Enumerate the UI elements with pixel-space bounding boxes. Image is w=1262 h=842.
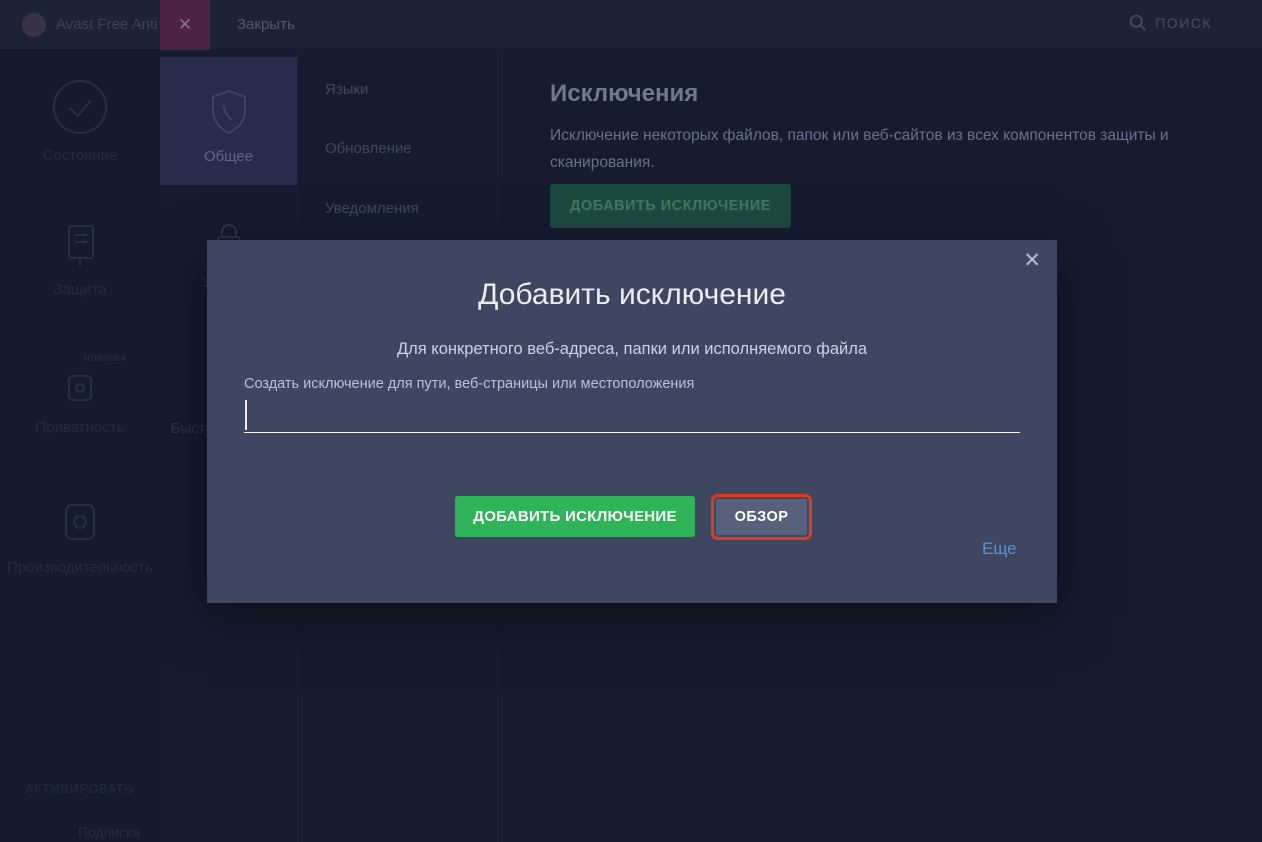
protection-doc-icon [58, 257, 102, 274]
privacy-icon [63, 395, 97, 412]
sidebar-item-status[interactable]: Состояние [0, 78, 160, 164]
exclusion-input-label: Создать исключение для пути, веб-страниц… [244, 376, 694, 392]
title-bar: Avast Free Antivirus ✕ Закрыть ПОИСК [0, 0, 1262, 50]
add-exclusion-dialog: ✕ Добавить исключение Для конкретного ве… [207, 240, 1057, 603]
settings-close-button[interactable]: ✕ [160, 0, 210, 50]
dialog-title: Добавить исключение [207, 278, 1057, 312]
page-description: Исключение некоторых файлов, папок или в… [550, 122, 1205, 176]
sidebar-item-protection[interactable]: Защита [0, 220, 160, 298]
sidebar-item-label: Приватность [0, 419, 160, 436]
sidebar-item-performance[interactable]: Производительность [0, 498, 160, 576]
settings-tab-label: Общее [160, 148, 297, 165]
add-exclusion-button[interactable]: ДОБАВИТЬ ИСКЛЮЧЕНИЕ [550, 184, 791, 228]
dialog-close-button[interactable]: ✕ [1023, 248, 1041, 273]
status-check-icon [51, 123, 109, 140]
close-icon: ✕ [1023, 249, 1041, 272]
activate-link[interactable]: АКТИВИРОВАТЬ [25, 781, 133, 796]
avast-app-window: Avast Free Antivirus ✕ Закрыть ПОИСК Сос… [0, 0, 1262, 842]
sidebar-item-label: Состояние [0, 147, 160, 164]
text-caret [245, 400, 247, 430]
settings-close-label[interactable]: Закрыть [237, 16, 295, 33]
sidebar-item-label: Производительность [0, 559, 160, 576]
search-icon [1129, 14, 1147, 32]
search-button[interactable]: ПОИСК [1129, 14, 1212, 32]
subnav-item-notifications[interactable]: Уведомления [325, 200, 419, 217]
performance-icon [57, 535, 103, 552]
browse-button[interactable]: ОБЗОР [716, 499, 807, 535]
sidebar-item-label: Защита [0, 281, 160, 298]
subnav-item-languages[interactable]: Языки [325, 81, 368, 98]
exclusion-path-input[interactable] [248, 399, 1016, 429]
window-title: Avast Free Antivirus [56, 16, 158, 33]
page-title: Исключения [550, 80, 698, 108]
subscription-link[interactable]: Подписка [78, 824, 140, 840]
avast-logo-icon [22, 13, 46, 37]
search-label: ПОИСК [1155, 15, 1212, 31]
settings-tab-general[interactable]: Общее [160, 57, 297, 185]
dialog-add-exclusion-button[interactable]: ДОБАВИТЬ ИСКЛЮЧЕНИЕ [455, 496, 695, 537]
new-badge: НОВИНКА [84, 354, 126, 363]
shield-icon [207, 123, 251, 140]
sidebar-item-privacy[interactable]: НОВИНКА Приватность [0, 368, 160, 436]
more-link[interactable]: Еще [982, 539, 1017, 559]
subnav-item-update[interactable]: Обновление [325, 140, 412, 157]
main-sidebar: Состояние Защита НОВИНКА Приватность Про… [0, 50, 160, 842]
exclusion-input-underline [244, 397, 1020, 433]
dialog-subtitle: Для конкретного веб-адреса, папки или ис… [207, 340, 1057, 359]
close-icon: ✕ [178, 15, 192, 34]
